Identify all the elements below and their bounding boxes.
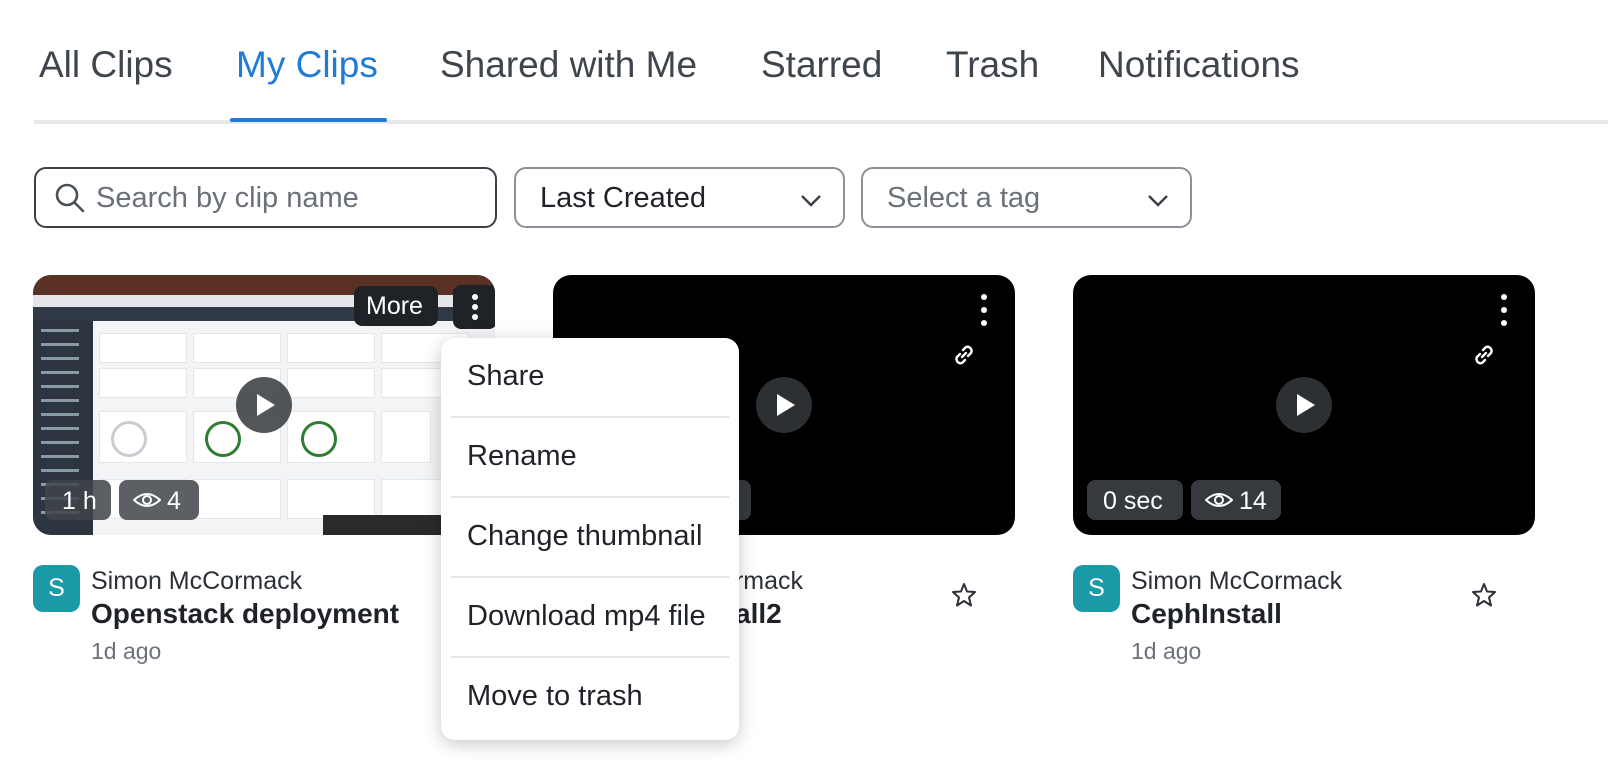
clip-age: 1d ago: [1131, 638, 1202, 664]
views-badge: 4: [119, 480, 199, 520]
eye-icon: [1205, 493, 1233, 507]
menu-item-label: Rename: [467, 440, 577, 472]
tab-notifications[interactable]: Notifications: [1098, 44, 1300, 86]
clip-thumbnail[interactable]: 0 sec 14: [1073, 275, 1535, 535]
play-button[interactable]: [756, 377, 812, 433]
views-count: 14: [1239, 487, 1267, 515]
more-options-button[interactable]: [964, 290, 1004, 330]
tag-select[interactable]: Select a tag: [861, 167, 1192, 228]
more-tooltip: More: [354, 286, 438, 326]
more-options-button[interactable]: [453, 285, 495, 329]
avatar: S: [33, 565, 80, 612]
duration-text: 0 sec: [1103, 487, 1163, 515]
tab-trash[interactable]: Trash: [946, 44, 1039, 86]
sort-select-value: Last Created: [540, 182, 707, 214]
views-badge: 14: [1191, 480, 1281, 520]
menu-item-download-mp4[interactable]: Download mp4 file: [451, 578, 729, 658]
clip-owner: Simon McCormack: [91, 567, 303, 595]
menu-item-share[interactable]: Share: [451, 338, 729, 418]
clip-title[interactable]: all2: [735, 598, 782, 630]
tooltip-text: More: [366, 292, 423, 320]
search-icon: [55, 183, 85, 213]
link-icon[interactable]: [951, 342, 977, 368]
tab-my-clips[interactable]: My Clips: [236, 44, 378, 86]
avatar: S: [1073, 565, 1120, 612]
star-icon[interactable]: [1470, 581, 1498, 609]
search-input[interactable]: [96, 175, 486, 221]
menu-item-label: Download mp4 file: [467, 600, 706, 632]
menu-item-rename[interactable]: Rename: [451, 418, 729, 498]
clip-age: 1d ago: [91, 638, 162, 664]
tab-starred[interactable]: Starred: [761, 44, 882, 86]
eye-icon: [133, 493, 161, 507]
play-button[interactable]: [236, 377, 292, 433]
clip-tabs: All Clips My Clips Shared with Me Starre…: [34, 0, 1608, 124]
menu-item-change-thumbnail[interactable]: Change thumbnail: [451, 498, 729, 578]
tab-all-clips[interactable]: All Clips: [39, 44, 173, 86]
duration-badge: 1 h: [45, 480, 111, 520]
clip-owner: Simon McCormack: [1131, 567, 1343, 595]
clip-title[interactable]: Openstack deployment: [91, 598, 399, 630]
chevron-down-icon: [801, 195, 821, 207]
sort-select[interactable]: Last Created: [514, 167, 845, 228]
tag-select-placeholder: Select a tag: [887, 182, 1041, 214]
duration-badge: 0 sec: [1087, 480, 1183, 520]
play-icon: [777, 394, 795, 416]
play-icon: [257, 394, 275, 416]
active-tab-indicator: [230, 118, 387, 122]
tab-shared-with-me[interactable]: Shared with Me: [440, 44, 697, 86]
play-icon: [1297, 394, 1315, 416]
menu-item-label: Share: [467, 360, 545, 392]
menu-item-label: Change thumbnail: [467, 520, 703, 552]
clip-title[interactable]: CephInstall: [1131, 598, 1282, 630]
chevron-down-icon: [1148, 195, 1168, 207]
menu-item-label: Move to trash: [467, 680, 643, 712]
menu-item-move-to-trash[interactable]: Move to trash: [451, 658, 729, 738]
play-button[interactable]: [1276, 377, 1332, 433]
star-icon[interactable]: [950, 581, 978, 609]
link-icon[interactable]: [1471, 342, 1497, 368]
clip-context-menu: Share Rename Change thumbnail Download m…: [441, 338, 739, 740]
duration-text: 1 h: [62, 487, 97, 515]
more-options-button[interactable]: [1484, 290, 1524, 330]
search-box: [34, 167, 497, 228]
views-count: 4: [167, 487, 181, 515]
